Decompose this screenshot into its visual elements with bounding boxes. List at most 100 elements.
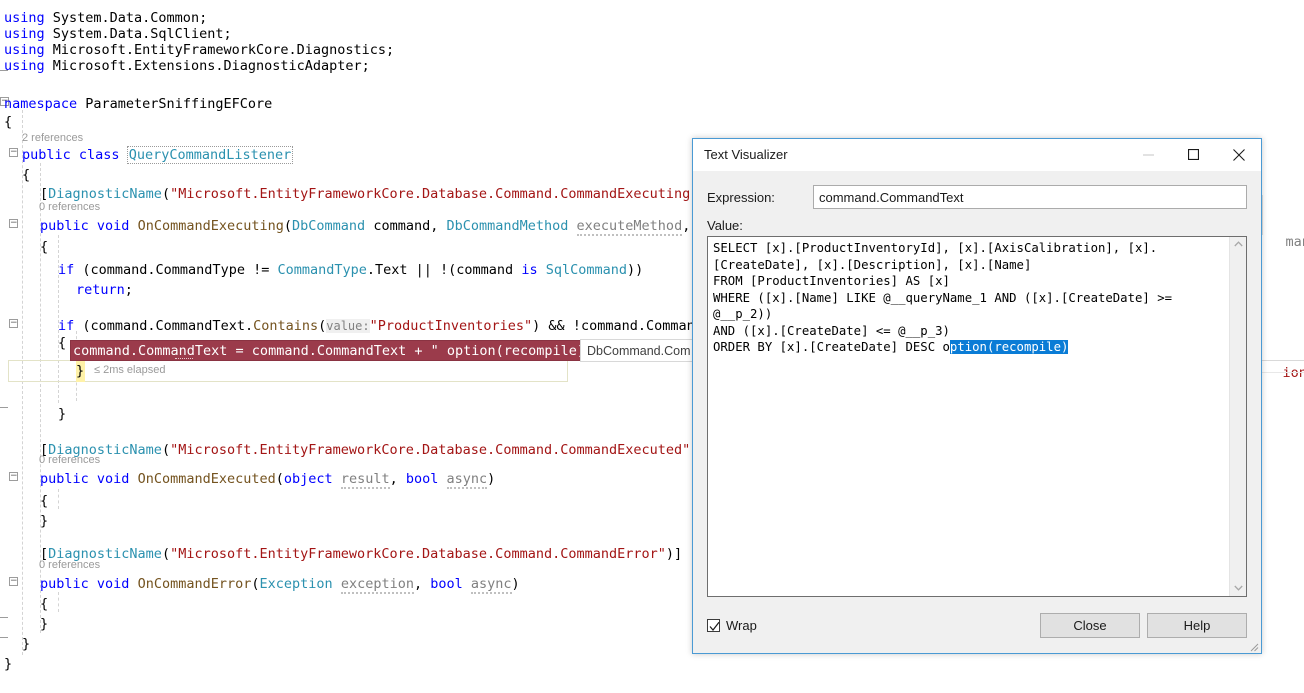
code-token: executeMethod — [577, 218, 683, 236]
code-line: public void OnCommandError(Exception exc… — [40, 572, 520, 596]
code-token: async — [471, 576, 512, 594]
code-token: is — [521, 262, 537, 278]
code-token — [538, 262, 546, 278]
code-line: { — [4, 110, 12, 134]
code-token: ) — [512, 576, 520, 592]
close-dialog-button[interactable]: Close — [1040, 613, 1140, 638]
code-token: class — [79, 147, 120, 163]
value-textarea-wrapper[interactable]: SELECT [x].[ProductInventoryId], [x].[Ax… — [707, 236, 1247, 597]
code-token: ( — [162, 546, 170, 562]
current-brace-highlight: } — [76, 360, 85, 382]
code-token: Microsoft.Extensions.DiagnosticAdapter; — [45, 58, 370, 74]
code-token — [333, 576, 341, 592]
code-token: { — [40, 596, 48, 612]
fold-line — [0, 637, 8, 638]
expression-input[interactable] — [813, 185, 1247, 209]
code-line: if (command.CommandType != CommandType.T… — [58, 258, 643, 282]
dialog-footer: Wrap Close Help — [693, 597, 1261, 653]
resize-grip-icon[interactable] — [1247, 639, 1259, 651]
code-token: "ProductInventories" — [370, 318, 533, 334]
code-token: "Microsoft.EntityFrameworkCore.Database.… — [170, 186, 698, 202]
code-token: } — [22, 636, 30, 652]
code-token: ( — [162, 186, 170, 202]
code-token: public — [40, 471, 89, 487]
check-icon — [709, 621, 720, 632]
expression-label: Expression: — [707, 190, 813, 205]
fold-box-method-error[interactable]: − — [9, 577, 18, 586]
code-token — [333, 471, 341, 487]
code-token: object — [284, 471, 333, 487]
code-token: { — [58, 335, 66, 351]
chevron-down-icon[interactable] — [1234, 584, 1243, 593]
code-token: } — [40, 513, 48, 529]
code-token — [129, 218, 137, 234]
code-token: void — [97, 576, 130, 592]
fold-box-if[interactable]: − — [9, 319, 18, 328]
dialog-body: Expression: Value: SELECT [x].[ProductIn… — [693, 171, 1261, 597]
wrap-label: Wrap — [726, 618, 757, 633]
codelens-references[interactable]: 0 references — [39, 558, 100, 572]
code-token: , — [414, 576, 430, 592]
help-button[interactable]: Help — [1147, 613, 1247, 638]
code-line: [DiagnosticName("Microsoft.EntityFramewo… — [40, 542, 682, 566]
code-token: QueryCommandListener — [127, 146, 294, 164]
minimize-button[interactable] — [1126, 139, 1171, 170]
code-token: ( — [276, 471, 284, 487]
code-token: (command.CommandText. — [74, 318, 253, 334]
wrap-checkbox[interactable]: Wrap — [707, 618, 1033, 633]
code-line: public void OnCommandExecuting(DbCommand… — [40, 214, 731, 238]
code-token: bool — [406, 471, 439, 487]
value-label: Value: — [707, 218, 1247, 233]
code-token: "Microsoft.EntityFrameworkCore.Database.… — [170, 546, 666, 562]
codelens-references[interactable]: 0 references — [39, 200, 100, 214]
code-token: value: — [326, 319, 369, 333]
codelens-references[interactable]: 0 references — [39, 453, 100, 467]
code-token: public — [22, 147, 71, 163]
code-line: if (command.CommandText.Contains(value:"… — [58, 314, 735, 338]
fold-box-method-executed[interactable]: − — [9, 472, 18, 481]
codelens-references[interactable]: 2 references — [22, 131, 83, 145]
text-visualizer-dialog[interactable]: Text Visualizer — [692, 138, 1262, 654]
current-line-indicator — [8, 360, 568, 382]
code-line: return; — [76, 278, 133, 302]
code-token: bool — [430, 576, 463, 592]
fold-box-method-executing[interactable]: − — [9, 219, 18, 228]
code-token: Exception — [260, 576, 333, 592]
code-line: } — [40, 612, 48, 636]
chevron-up-icon[interactable] — [1234, 240, 1243, 249]
fold-line — [0, 407, 8, 408]
code-token — [89, 576, 97, 592]
code-token: OnCommandError — [138, 576, 252, 592]
code-token: , — [390, 471, 406, 487]
value-text-plain: SELECT [x].[ProductInventoryId], [x].[Ax… — [713, 241, 1179, 354]
fold-box-class[interactable]: − — [9, 148, 18, 157]
value-scrollbar[interactable] — [1229, 237, 1246, 596]
code-token: Contains — [253, 318, 318, 334]
minimize-icon — [1143, 149, 1154, 160]
code-token: )) — [627, 262, 643, 278]
code-token: CommandType — [277, 262, 366, 278]
code-line: [DiagnosticName("Microsoft.EntityFramewo… — [40, 438, 707, 462]
close-button[interactable] — [1216, 139, 1261, 170]
dialog-titlebar[interactable]: Text Visualizer — [693, 139, 1261, 171]
elapsed-time-label: ≤ 2ms elapsed — [94, 362, 165, 378]
highlighted-statement[interactable]: command.CommandText = command.CommandTex… — [70, 340, 604, 361]
code-token: SqlCommand — [546, 262, 627, 278]
indent-guide — [22, 110, 23, 655]
code-token: if — [58, 262, 74, 278]
datatip-popup[interactable]: DbCommand.Com — [580, 339, 695, 362]
expression-row: Expression: — [707, 185, 1247, 209]
maximize-button[interactable] — [1171, 139, 1216, 170]
value-textarea[interactable]: SELECT [x].[ProductInventoryId], [x].[Ax… — [708, 237, 1229, 596]
code-line: using Microsoft.Extensions.DiagnosticAda… — [4, 54, 370, 78]
code-line: public void OnCommandExecuted(object res… — [40, 467, 495, 491]
code-token — [129, 576, 137, 592]
code-token: .Text || !(command — [367, 262, 521, 278]
value-text-selection: ption(recompile) — [950, 340, 1068, 354]
code-token: ( — [162, 442, 170, 458]
maximize-icon — [1188, 149, 1199, 160]
statement-squiggle — [175, 358, 193, 359]
code-line: } — [22, 632, 30, 656]
code-token: public — [40, 576, 89, 592]
checkbox-box — [707, 619, 720, 632]
